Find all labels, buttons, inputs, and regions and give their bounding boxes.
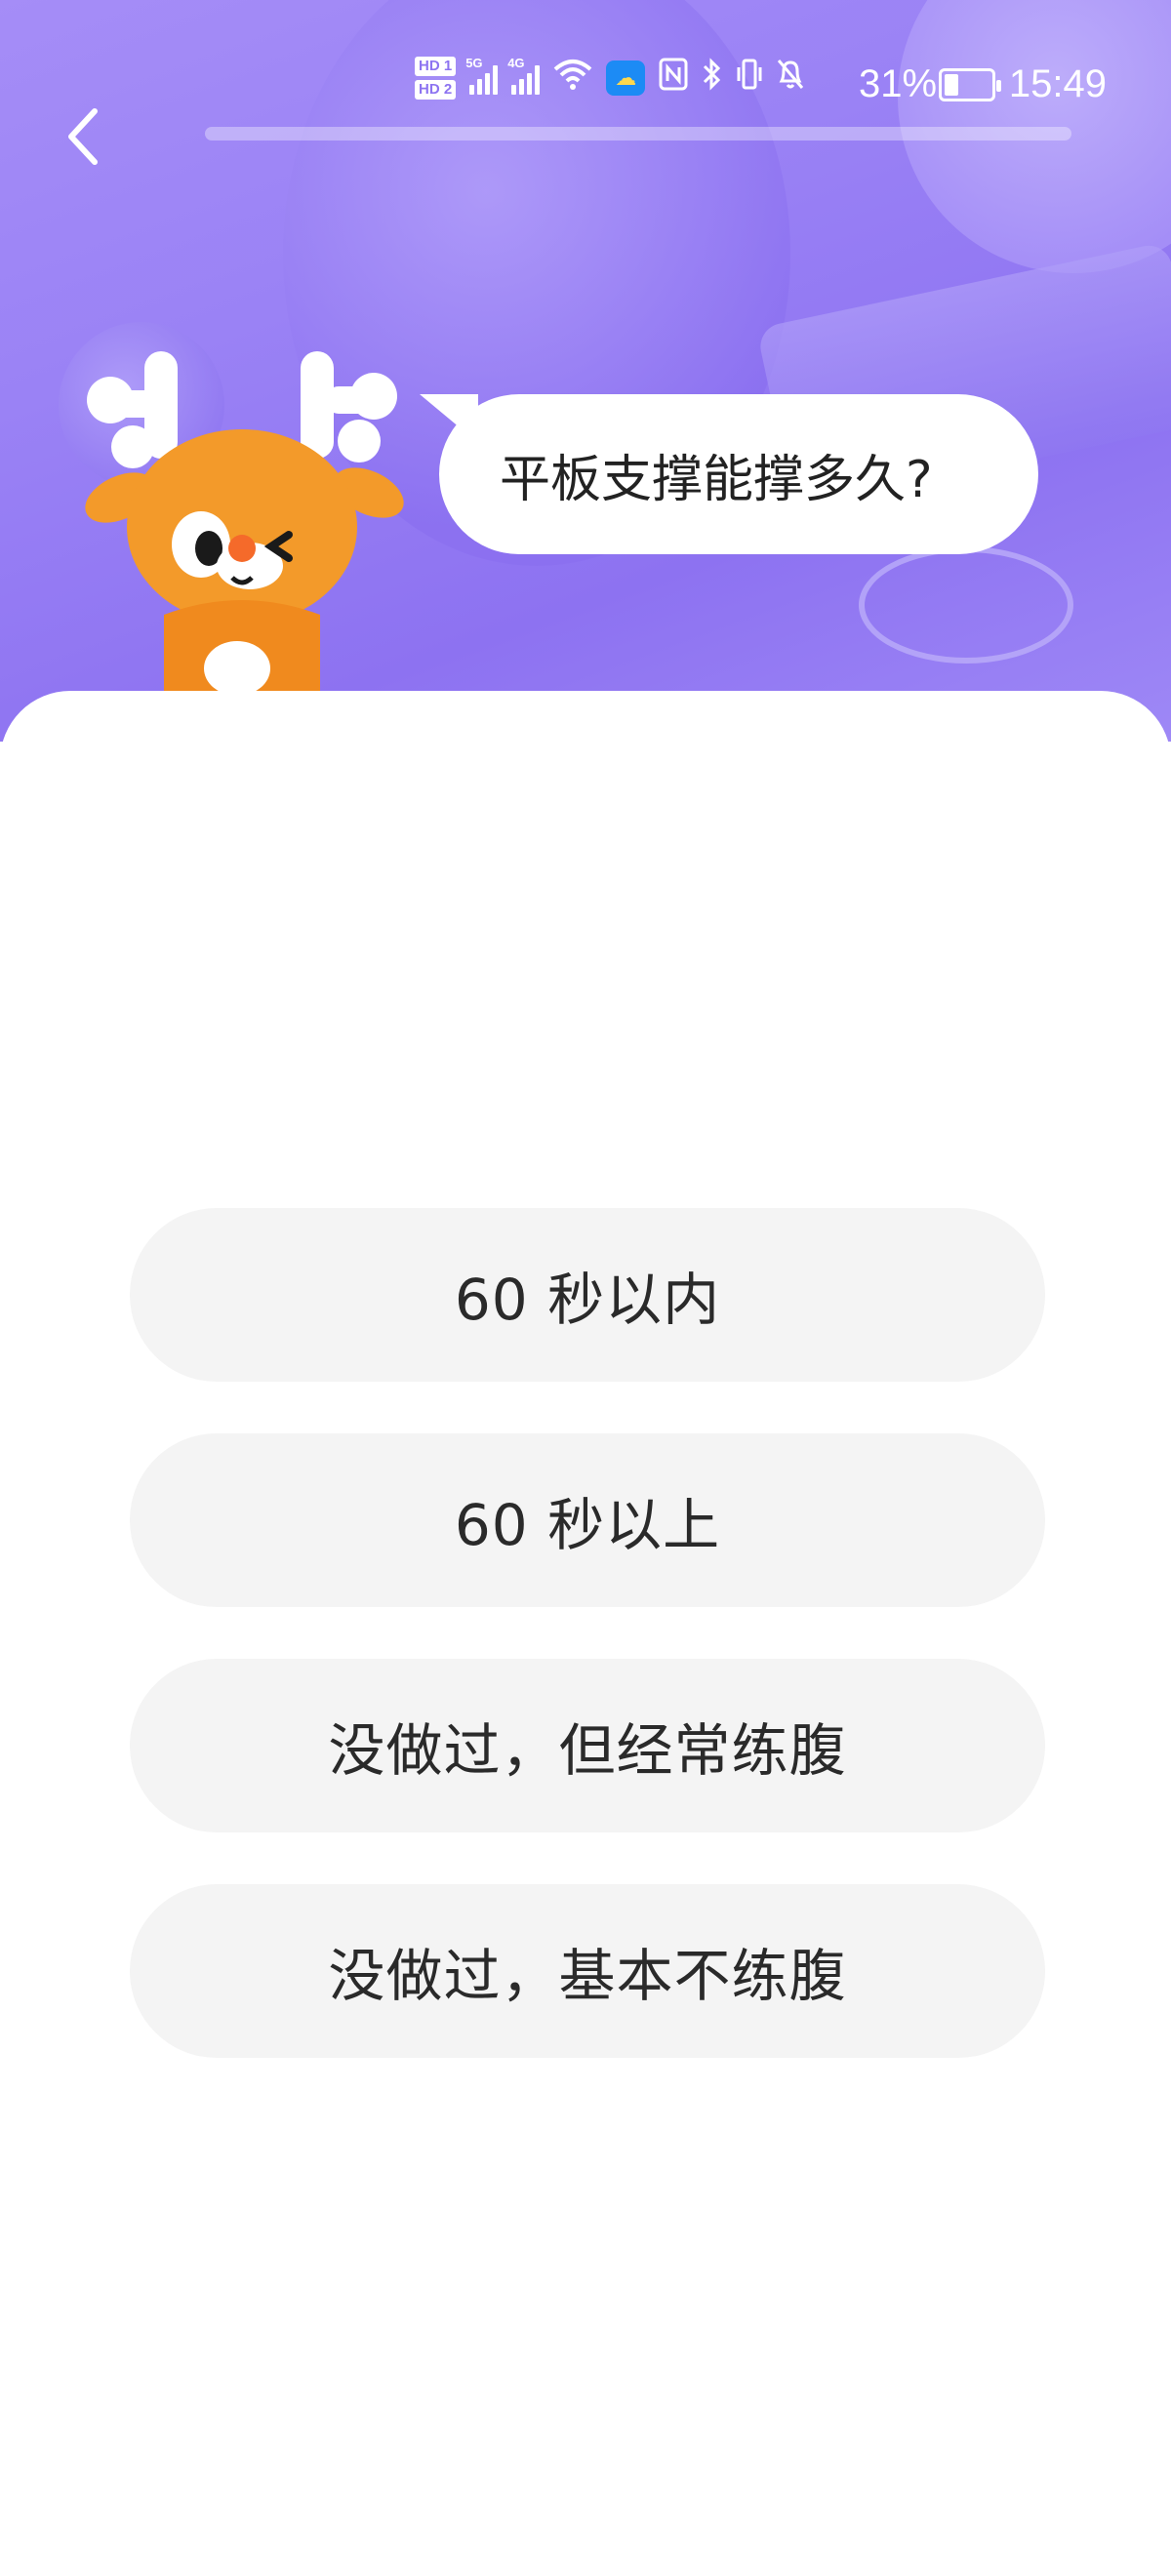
answer-options: 60 秒以内 60 秒以上 没做过，但经常练腹 没做过，基本不练腹	[130, 1208, 1045, 2110]
mute-bell-icon	[776, 58, 805, 99]
background-spring	[859, 546, 1073, 664]
status-bar: HD 1 HD 2 5G 4G ☁ 31% 15:49	[0, 49, 1171, 127]
battery-level-fill	[945, 74, 959, 96]
option-button[interactable]: 60 秒以内	[130, 1208, 1045, 1382]
signal-5g-icon: 5G	[465, 56, 499, 95]
chevron-left-icon	[68, 108, 98, 165]
option-button[interactable]: 60 秒以上	[130, 1433, 1045, 1607]
question-text: 平板支撑能撑多久?	[500, 450, 933, 509]
hd-label: HD 1	[415, 57, 457, 76]
status-time: 15:49	[1008, 62, 1107, 105]
option-button[interactable]: 没做过，基本不练腹	[130, 1884, 1045, 2058]
hd-label: HD 2	[415, 80, 457, 100]
question-bubble: 平板支撑能撑多久?	[439, 394, 1038, 554]
back-button[interactable]	[51, 98, 115, 176]
status-icons: HD 1 HD 2 5G 4G ☁	[415, 56, 805, 100]
bluetooth-icon	[702, 58, 723, 99]
wifi-icon	[553, 58, 592, 100]
weather-app-icon: ☁	[606, 60, 646, 96]
nfc-icon	[659, 58, 688, 99]
deer-mascot-icon	[85, 351, 404, 693]
battery-percent: 31%	[859, 62, 938, 105]
hd-indicator: HD 1 HD 2	[415, 57, 457, 100]
hero-banner: HD 1 HD 2 5G 4G ☁ 31% 15:49 平板支撑能撑多久?	[0, 0, 1171, 742]
signal-4g-icon: 4G	[507, 56, 541, 95]
battery-icon	[939, 68, 1001, 101]
network-type: 5G	[465, 56, 483, 70]
option-button[interactable]: 没做过，但经常练腹	[130, 1659, 1045, 1832]
vibrate-icon	[737, 58, 762, 99]
network-type: 4G	[507, 56, 525, 70]
quiz-progress-bar	[205, 127, 1071, 141]
